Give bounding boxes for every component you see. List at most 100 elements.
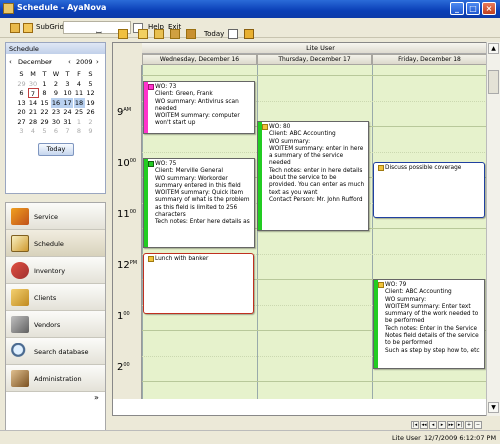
calendar-day[interactable]: 7	[27, 88, 39, 98]
month-label[interactable]: December	[18, 58, 52, 66]
workorder-icon	[148, 84, 154, 90]
calendar-day[interactable]: 23	[51, 107, 62, 117]
calendar-day[interactable]: 15	[39, 98, 50, 108]
nav-delete-icon[interactable]: −	[474, 421, 482, 429]
hour-label: 200	[117, 362, 130, 373]
calendar-day[interactable]: 25	[74, 107, 85, 117]
calendar-day[interactable]: 8	[39, 88, 50, 98]
calendar-day[interactable]: 11	[74, 88, 85, 98]
status-bar: Lite User 12/7/2009 6:12:07 PM	[0, 430, 500, 444]
calendar-day[interactable]: 8	[74, 126, 85, 136]
weekday-header: T	[65, 70, 70, 78]
scroll-down-icon[interactable]: ▼	[488, 402, 499, 413]
workweek-view-icon[interactable]	[154, 29, 164, 39]
calendar-day[interactable]: 12	[85, 88, 96, 98]
subgrids-icon[interactable]	[23, 23, 33, 33]
prev-year-icon[interactable]: ‹	[68, 58, 71, 66]
next-month-icon[interactable]: ›	[49, 58, 52, 66]
calendar-day[interactable]: 4	[28, 126, 39, 136]
calendar-day[interactable]: 13	[16, 98, 27, 108]
calendar-day[interactable]: 2	[85, 117, 96, 127]
appointment-wo79[interactable]: WO: 79 Client: ABC Accounting WO summary…	[373, 279, 485, 369]
nav-next-page-icon[interactable]: ▸▸	[447, 421, 455, 429]
calendar-day[interactable]: 3	[16, 126, 27, 136]
nav-item-service[interactable]: Service	[6, 203, 105, 230]
calendar-day[interactable]: 3	[62, 79, 73, 89]
calendar-day[interactable]: 1	[74, 117, 85, 127]
calendar-day[interactable]: 14	[28, 98, 39, 108]
print-icon[interactable]	[228, 29, 238, 39]
calendar-day[interactable]: 16	[50, 97, 62, 108]
calendar-day[interactable]: 5	[85, 79, 96, 89]
calendar-day[interactable]: 24	[62, 107, 73, 117]
day-view-icon[interactable]	[138, 29, 148, 39]
nav-add-icon[interactable]: +	[465, 421, 473, 429]
minimize-button[interactable]: _	[450, 2, 464, 15]
new-item-icon[interactable]	[118, 29, 128, 39]
calendar-day[interactable]: 1	[39, 79, 50, 89]
calendar-day[interactable]: 26	[85, 107, 96, 117]
refresh-icon[interactable]	[244, 29, 254, 39]
nav-last-icon[interactable]: ▸|	[456, 421, 464, 429]
week-view-icon[interactable]	[170, 29, 180, 39]
next-year-icon[interactable]: ›	[96, 58, 99, 66]
maximize-button[interactable]: □	[466, 2, 480, 15]
today-toolbar-button[interactable]: Today	[204, 30, 224, 38]
calendar-day[interactable]: 29	[16, 79, 27, 89]
nav-item-inventory[interactable]: Inventory	[6, 257, 105, 284]
scroll-up-icon[interactable]: ▲	[488, 43, 499, 54]
calendar-day[interactable]: 6	[16, 88, 27, 98]
calendar-day[interactable]: 9	[51, 88, 62, 98]
calendar-day[interactable]: 9	[85, 126, 96, 136]
calendar-day[interactable]: 6	[51, 126, 62, 136]
appointment-wo73[interactable]: WO: 73 Client: Green, Frank WO summary: …	[143, 81, 255, 134]
time-slot-line	[142, 75, 499, 76]
nav-item-administration[interactable]: Administration	[6, 365, 105, 392]
calendar-day[interactable]: 19	[85, 98, 96, 108]
calendar-day[interactable]: 27	[16, 117, 27, 127]
calendar-day[interactable]: 29	[39, 117, 50, 127]
more-icon[interactable]: »	[94, 393, 99, 402]
app-icon	[3, 3, 14, 14]
appointment-wo75[interactable]: WO: 75 Client: Merville General WO summa…	[143, 158, 255, 248]
calendar-day[interactable]: 30	[51, 117, 62, 127]
today-button[interactable]: Today	[38, 143, 74, 156]
nav-prev-page-icon[interactable]: ◂◂	[420, 421, 428, 429]
year-label[interactable]: 2009	[76, 58, 93, 66]
workorder-icon	[378, 282, 384, 288]
calendar-day[interactable]: 22	[39, 107, 50, 117]
nav-item-clients[interactable]: Clients	[6, 284, 105, 311]
calendar-day[interactable]: 28	[28, 117, 39, 127]
pin-icon[interactable]: ꟷ	[96, 29, 102, 38]
calendar-day[interactable]: 10	[62, 88, 73, 98]
nav-item-search[interactable]: Search database	[6, 338, 105, 365]
calendar-day[interactable]: 7	[62, 126, 73, 136]
calendar-day[interactable]: 20	[16, 107, 27, 117]
calendar-day[interactable]: 2	[51, 79, 62, 89]
close-button[interactable]: ×	[482, 2, 496, 15]
grid-icon[interactable]	[10, 23, 20, 33]
scroll-thumb[interactable]	[488, 70, 499, 94]
appointment-text: Lunch with banker	[155, 256, 209, 262]
month-view-icon[interactable]	[186, 29, 196, 39]
nav-next-icon[interactable]: ▸	[438, 421, 446, 429]
record-navigator: |◂ ◂◂ ◂ ▸ ▸▸ ▸| + −	[411, 420, 483, 429]
calendar-day[interactable]: 21	[28, 107, 39, 117]
calendar-day[interactable]: 18	[73, 97, 85, 108]
calendar-day[interactable]: 5	[39, 126, 50, 136]
calendar-day[interactable]: 17	[62, 97, 73, 108]
hour-label: 12PM	[117, 260, 137, 271]
nav-item-vendors[interactable]: Vendors	[6, 311, 105, 338]
appointment-wo80[interactable]: WO: 80 Client: ABC Accounting WO summary…	[257, 121, 369, 231]
calendar-day[interactable]: 31	[62, 117, 73, 127]
calendar-day[interactable]: 4	[74, 79, 85, 89]
prev-month-icon[interactable]: ‹	[9, 58, 12, 66]
nav-item-schedule[interactable]: Schedule	[6, 230, 105, 257]
weekday-header: W	[52, 70, 60, 78]
appointment-lunch[interactable]: Lunch with banker	[143, 253, 254, 314]
vertical-scrollbar[interactable]: ▲ ▼	[486, 42, 500, 416]
nav-first-icon[interactable]: |◂	[411, 421, 419, 429]
calendar-day[interactable]: 30	[28, 79, 39, 89]
appointment-coverage[interactable]: Discuss possible coverage	[373, 162, 485, 218]
nav-prev-icon[interactable]: ◂	[429, 421, 437, 429]
